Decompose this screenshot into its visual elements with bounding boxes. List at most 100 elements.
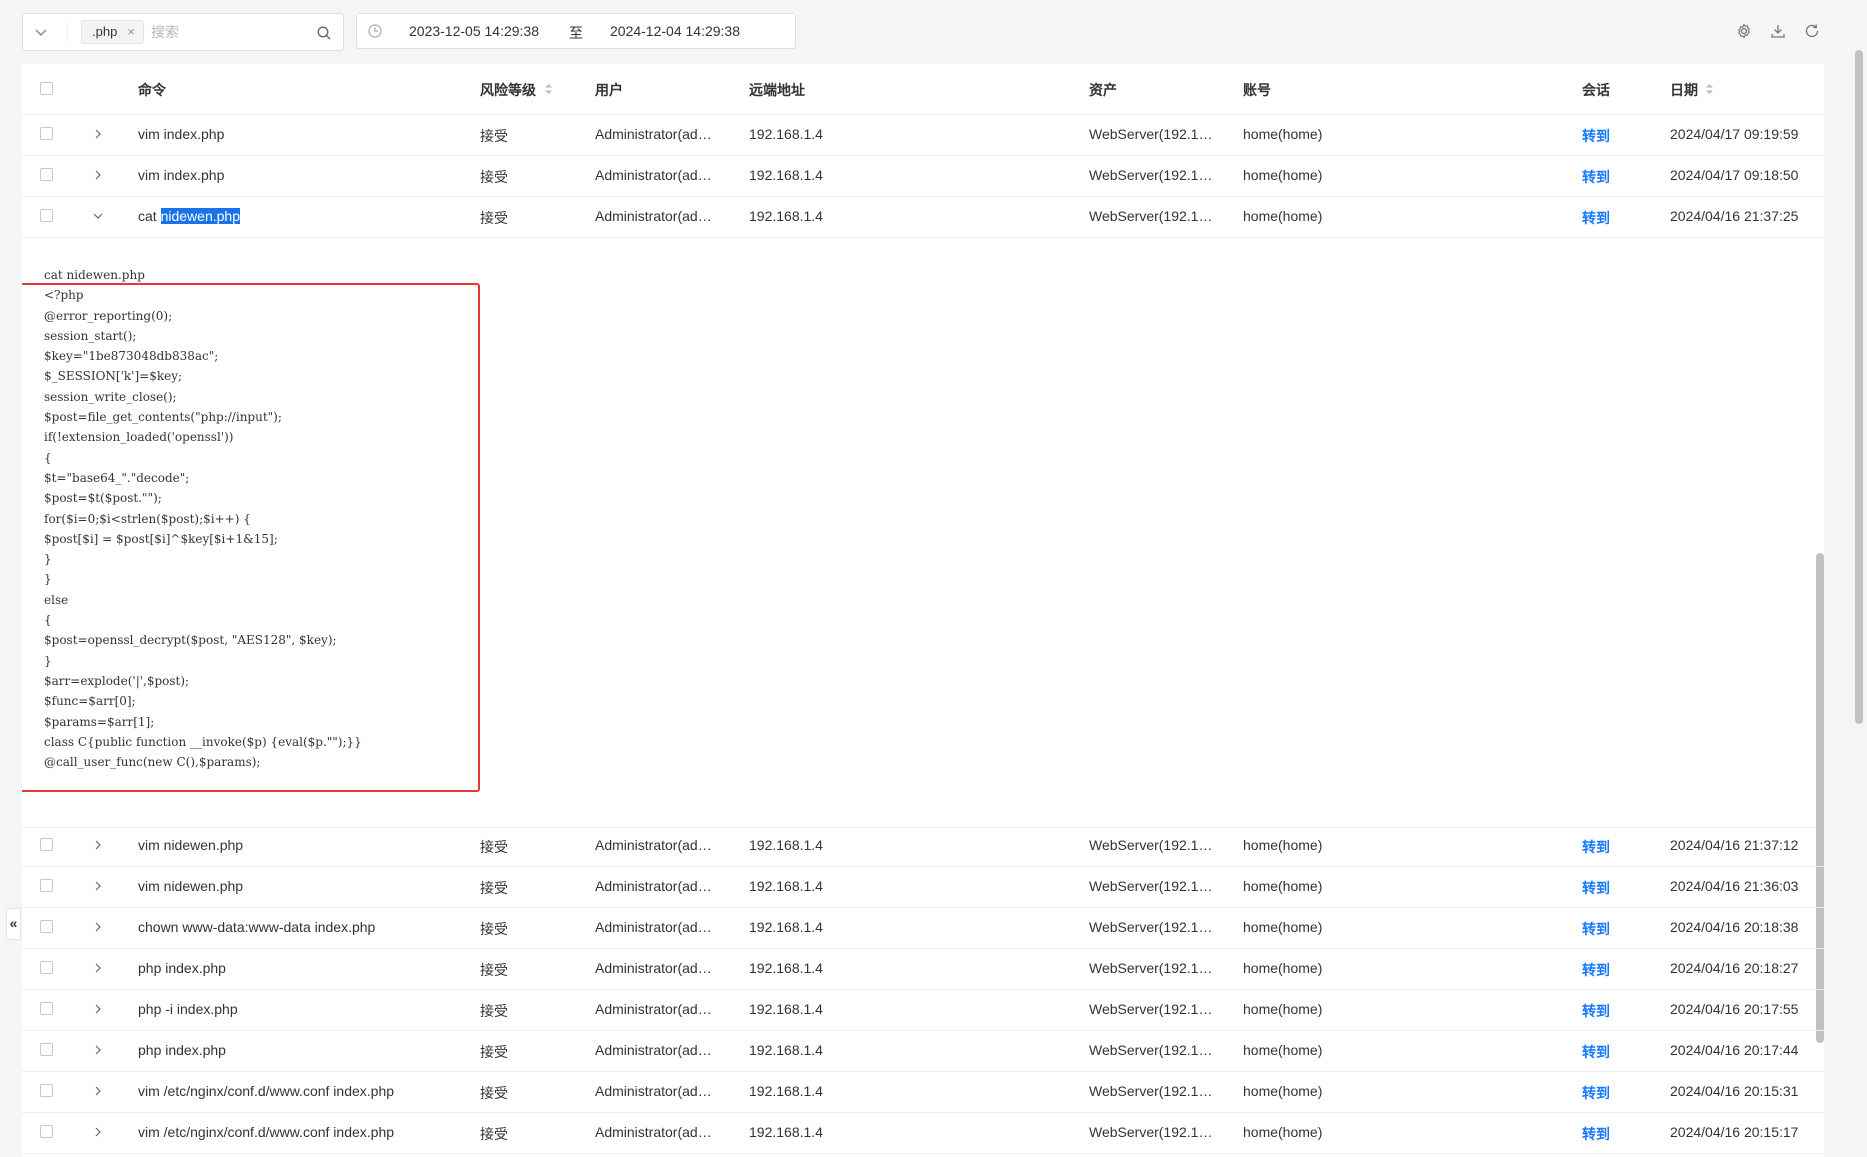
header-command: 命令 (138, 82, 166, 98)
table-row[interactable]: php index.php 接受 Administrator(admin) 19… (22, 1030, 1824, 1072)
chevron-right-icon[interactable] (92, 1044, 104, 1056)
header-session: 会话 (1582, 82, 1610, 98)
row-command: php index.php (138, 960, 226, 976)
table-header: 命令 风险等级 用户 远端地址 资产 账号 会话 日期 (22, 64, 1824, 115)
chevron-right-icon[interactable] (92, 1126, 104, 1138)
row-risk: 接受 (480, 880, 508, 896)
chevron-right-icon[interactable] (92, 169, 104, 181)
row-session-link[interactable]: 转到 (1582, 878, 1642, 898)
expanded-command-output: cat nidewen.php <?php @error_reporting(0… (22, 239, 1824, 1043)
row-account: home(home) (1243, 1124, 1323, 1140)
row-session-link[interactable]: 转到 (1582, 126, 1642, 146)
date-start[interactable]: 2023-12-05 14:29:38 (409, 23, 539, 39)
row-session-link[interactable]: 转到 (1582, 1083, 1642, 1103)
row-checkbox[interactable] (40, 1002, 53, 1015)
row-date: 2024/04/16 21:36:03 (1670, 878, 1799, 894)
chevron-down-icon[interactable] (92, 210, 104, 222)
row-account: home(home) (1243, 919, 1323, 935)
row-date: 2024/04/16 20:15:31 (1670, 1083, 1799, 1099)
chevron-right-icon[interactable] (92, 128, 104, 140)
row-checkbox[interactable] (40, 168, 53, 181)
sort-icon[interactable] (544, 82, 553, 96)
tag-close-icon[interactable]: × (127, 24, 135, 39)
row-user: Administrator(admin) (595, 1001, 713, 1017)
row-user: Administrator(admin) (595, 960, 713, 976)
date-range-picker[interactable]: 2023-12-05 14:29:38 至 2024-12-04 14:29:3… (356, 13, 796, 49)
table-row[interactable]: vim nidewen.php 接受 Administrator(admin) … (22, 825, 1824, 867)
row-session-link[interactable]: 转到 (1582, 1042, 1642, 1062)
row-checkbox[interactable] (40, 879, 53, 892)
row-remote: 192.168.1.4 (749, 126, 823, 142)
row-asset: WebServer(192.168.1.4) (1089, 208, 1217, 224)
row-command: vim nidewen.php (138, 837, 244, 853)
table-row[interactable]: vim /etc/nginx/conf.d/www.conf index.php… (22, 1112, 1824, 1154)
row-checkbox[interactable] (40, 1043, 53, 1056)
header-risk[interactable]: 风险等级 (480, 80, 536, 100)
table-row[interactable]: vim nidewen.php 接受 Administrator(admin) … (22, 866, 1824, 908)
row-remote: 192.168.1.4 (749, 919, 823, 935)
command-table: 命令 风险等级 用户 远端地址 资产 账号 会话 日期 vim index.ph… (22, 64, 1824, 1157)
row-session-link[interactable]: 转到 (1582, 167, 1642, 187)
row-command: vim index.php (138, 126, 225, 142)
header-date[interactable]: 日期 (1670, 80, 1698, 100)
chevron-right-icon[interactable] (92, 880, 104, 892)
row-risk: 接受 (480, 839, 508, 855)
table-row[interactable]: cat nidewen.php 接受 Administrator(admin) … (22, 196, 1824, 238)
chevron-right-icon[interactable] (92, 1085, 104, 1097)
header-account: 账号 (1243, 82, 1271, 98)
row-checkbox[interactable] (40, 1084, 53, 1097)
row-risk: 接受 (480, 1003, 508, 1019)
chevron-right-icon[interactable] (92, 1003, 104, 1015)
search-input[interactable] (151, 21, 311, 43)
row-session-link[interactable]: 转到 (1582, 208, 1642, 228)
row-session-link[interactable]: 转到 (1582, 960, 1642, 980)
row-session-link[interactable]: 转到 (1582, 837, 1642, 857)
row-checkbox[interactable] (40, 961, 53, 974)
sort-icon[interactable] (1705, 82, 1714, 96)
search-icon[interactable] (316, 25, 332, 41)
refresh-icon[interactable] (1803, 22, 1821, 40)
row-account: home(home) (1243, 1001, 1323, 1017)
table-row[interactable]: php -i index.php 接受 Administrator(admin)… (22, 989, 1824, 1031)
table-row[interactable]: vim index.php 接受 Administrator(admin) 19… (22, 155, 1824, 197)
row-checkbox[interactable] (40, 127, 53, 140)
row-risk: 接受 (480, 1044, 508, 1060)
row-asset: WebServer(192.168.1.4) (1089, 126, 1217, 142)
date-end[interactable]: 2024-12-04 14:29:38 (610, 23, 740, 39)
download-icon[interactable] (1769, 22, 1787, 40)
row-risk: 接受 (480, 169, 508, 185)
chevron-right-icon[interactable] (92, 839, 104, 851)
row-asset: WebServer(192.168.1.4) (1089, 1124, 1217, 1140)
page-scrollbar[interactable] (1855, 50, 1863, 724)
row-session-link[interactable]: 转到 (1582, 1124, 1642, 1144)
row-date: 2024/04/16 21:37:12 (1670, 837, 1799, 853)
row-checkbox[interactable] (40, 920, 53, 933)
row-remote: 192.168.1.4 (749, 878, 823, 894)
row-user: Administrator(admin) (595, 208, 713, 224)
row-account: home(home) (1243, 208, 1323, 224)
row-remote: 192.168.1.4 (749, 1124, 823, 1140)
row-checkbox[interactable] (40, 838, 53, 851)
row-account: home(home) (1243, 1042, 1323, 1058)
chevron-down-icon[interactable] (33, 24, 49, 40)
row-command: php -i index.php (138, 1001, 238, 1017)
table-row[interactable]: vim index.php 接受 Administrator(admin) 19… (22, 114, 1824, 156)
row-user: Administrator(admin) (595, 1083, 713, 1099)
row-checkbox[interactable] (40, 209, 53, 222)
settings-icon[interactable] (1735, 22, 1753, 40)
row-session-link[interactable]: 转到 (1582, 1001, 1642, 1021)
select-all-checkbox[interactable] (40, 82, 53, 95)
row-risk: 接受 (480, 1126, 508, 1142)
chevron-right-icon[interactable] (92, 921, 104, 933)
table-row[interactable]: php index.php 接受 Administrator(admin) 19… (22, 948, 1824, 990)
row-session-link[interactable]: 转到 (1582, 919, 1642, 939)
sidebar-collapse-button[interactable]: « (6, 908, 21, 940)
search-filter-box[interactable]: .php × (22, 13, 344, 51)
row-risk: 接受 (480, 921, 508, 937)
row-user: Administrator(admin) (595, 878, 713, 894)
table-row[interactable]: vim /etc/nginx/conf.d/www.conf index.php… (22, 1071, 1824, 1113)
table-row[interactable]: chown www-data:www-data index.php 接受 Adm… (22, 907, 1824, 949)
row-date: 2024/04/17 09:19:59 (1670, 126, 1799, 142)
chevron-right-icon[interactable] (92, 962, 104, 974)
row-checkbox[interactable] (40, 1125, 53, 1138)
